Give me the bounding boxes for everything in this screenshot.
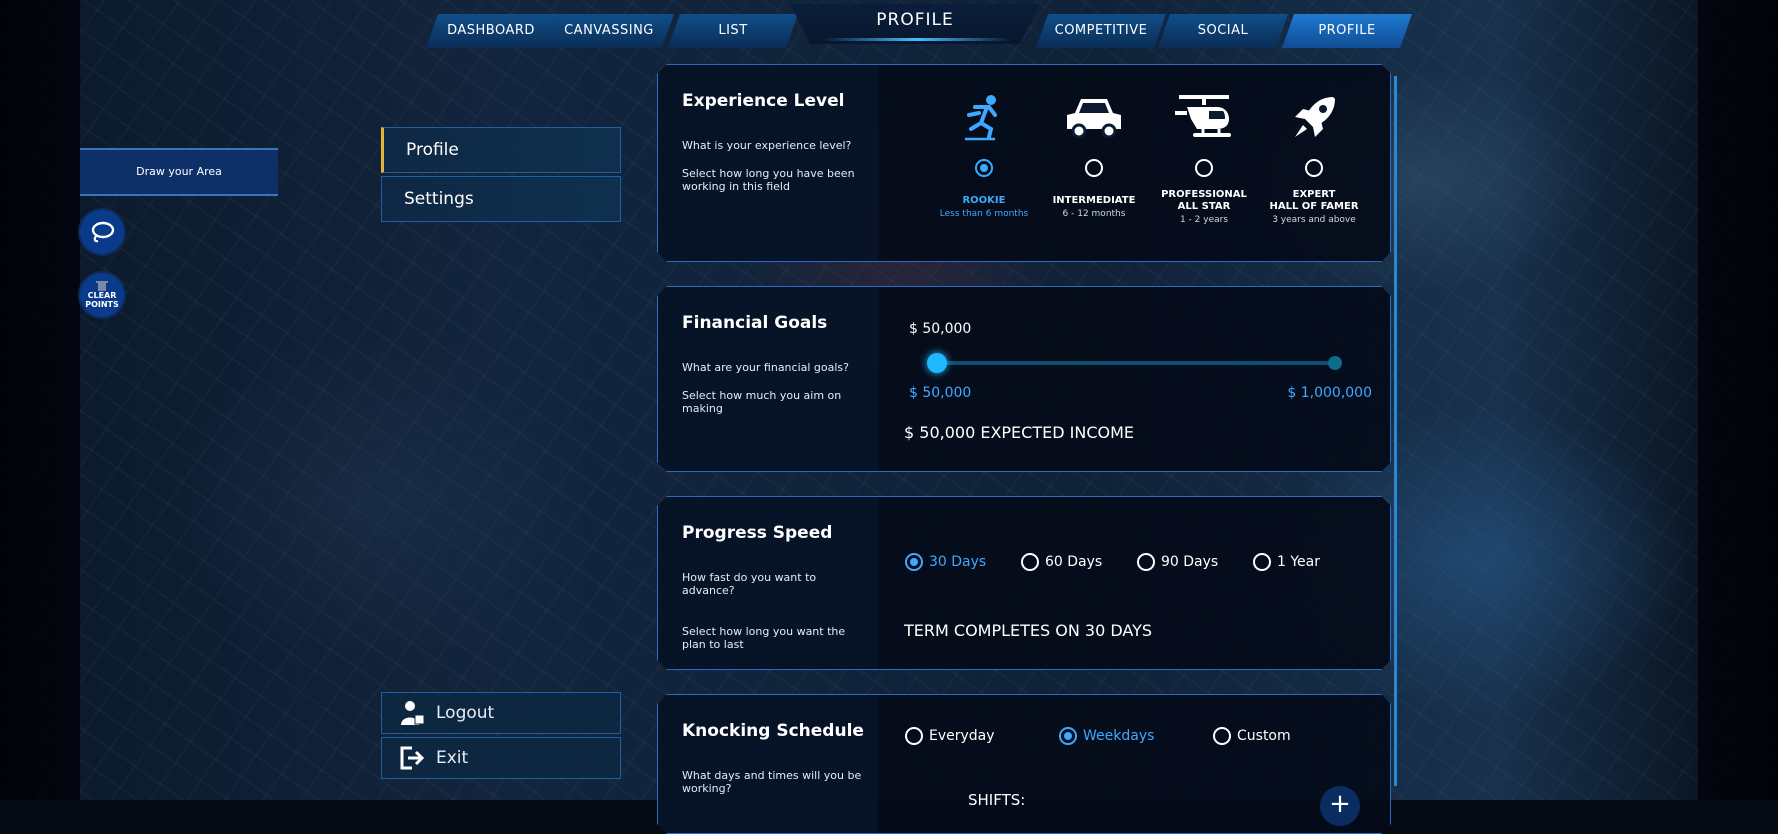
financial-current-value: $ 50,000: [909, 321, 972, 337]
rookie-title: ROOKIE: [962, 195, 1006, 206]
exit-label: Exit: [436, 748, 469, 768]
radio-30-days[interactable]: [905, 553, 923, 571]
label-everyday: Everyday: [929, 728, 995, 744]
financial-hint: Select how much you aim on making: [682, 389, 842, 415]
option-90-days[interactable]: 90 Days: [1137, 553, 1218, 571]
expert-subtitle: 3 years and above: [1272, 215, 1356, 225]
tab-competitive[interactable]: COMPETITIVE: [1036, 14, 1166, 48]
tab-list[interactable]: LIST: [668, 14, 798, 48]
knocking-schedule-panel: Knocking Schedule What days and times wi…: [657, 694, 1391, 834]
car-icon: [1063, 93, 1125, 143]
rocket-icon: [1289, 93, 1339, 143]
radio-everyday[interactable]: [905, 727, 923, 745]
term-completion-text: TERM COMPLETES ON 30 DAYS: [904, 621, 1153, 640]
progress-title: Progress Speed: [682, 523, 833, 543]
professional-subtitle: 1 - 2 years: [1179, 215, 1229, 225]
financial-question: What are your financial goals?: [682, 361, 850, 374]
clear-points-label-2: POINTS: [85, 300, 119, 309]
menu-item-profile[interactable]: Profile: [381, 127, 621, 173]
radio-custom[interactable]: [1213, 727, 1231, 745]
tab-dashboard[interactable]: DASHBOARD: [426, 14, 556, 48]
clear-points-label-1: CLEAR: [87, 291, 117, 300]
option-weekdays[interactable]: Weekdays: [1059, 727, 1154, 745]
helicopter-icon: [1173, 93, 1235, 143]
intermediate-subtitle: 6 - 12 months: [1062, 209, 1126, 219]
intermediate-radio[interactable]: [1085, 159, 1103, 177]
option-1-year[interactable]: 1 Year: [1253, 553, 1320, 571]
professional-radio[interactable]: [1195, 159, 1213, 177]
logout-label: Logout: [436, 703, 495, 723]
option-custom[interactable]: Custom: [1213, 727, 1291, 745]
user-logout-icon: [401, 701, 425, 725]
slider-min-label: $ 50,000: [909, 385, 972, 401]
financial-title: Financial Goals: [682, 313, 828, 333]
exit-button[interactable]: Exit: [381, 737, 621, 779]
professional-title-1: PROFESSIONAL: [1161, 189, 1247, 200]
radio-weekdays[interactable]: [1059, 727, 1077, 745]
expert-radio[interactable]: [1305, 159, 1323, 177]
trash-icon: [96, 281, 108, 291]
left-edge-shade: [0, 0, 80, 800]
exit-icon: [400, 746, 425, 770]
professional-title-2: ALL STAR: [1177, 201, 1231, 212]
progress-hint: Select how long you want the plan to las…: [682, 625, 846, 651]
title-glow-line: [822, 38, 1012, 41]
experience-level-panel: Experience Level What is your experience…: [657, 64, 1391, 262]
radio-60-days[interactable]: [1021, 553, 1039, 571]
rookie-subtitle: Less than 6 months: [939, 209, 1029, 219]
income-slider-max-marker: [1328, 356, 1342, 370]
option-60-days[interactable]: 60 Days: [1021, 553, 1102, 571]
slider-max-label: $ 1,000,000: [1287, 385, 1372, 401]
logout-button[interactable]: Logout: [381, 692, 621, 734]
tab-canvassing[interactable]: CANVASSING: [544, 14, 674, 48]
option-everyday[interactable]: Everyday: [905, 727, 995, 745]
label-custom: Custom: [1237, 728, 1291, 744]
level-rookie[interactable]: ROOKIE Less than 6 months: [929, 93, 1039, 219]
knocking-title: Knocking Schedule: [682, 721, 864, 741]
financial-goals-panel: Financial Goals What are your financial …: [657, 286, 1391, 472]
menu-item-settings[interactable]: Settings: [381, 176, 621, 222]
income-slider-thumb[interactable]: [927, 353, 947, 373]
expert-title-2: HALL OF FAMER: [1269, 201, 1359, 212]
draw-area-button[interactable]: Draw your Area: [80, 148, 278, 196]
expected-income-text: $ 50,000 EXPECTED INCOME: [904, 423, 1134, 442]
progress-speed-panel: Progress Speed How fast do you want to a…: [657, 496, 1391, 670]
label-60-days: 60 Days: [1045, 554, 1103, 570]
lasso-icon: [91, 221, 115, 243]
income-slider-track[interactable]: [937, 361, 1337, 365]
label-1-year: 1 Year: [1277, 554, 1320, 570]
skater-icon: [959, 93, 1009, 143]
panel-scrollbar[interactable]: [1394, 76, 1397, 786]
progress-question: How fast do you want to advance?: [682, 571, 817, 597]
tab-social[interactable]: SOCIAL: [1158, 14, 1288, 48]
shifts-label: SHIFTS:: [968, 791, 1026, 809]
label-30-days: 30 Days: [929, 554, 987, 570]
label-90-days: 90 Days: [1161, 554, 1219, 570]
expert-title-1: EXPERT: [1292, 189, 1336, 200]
level-intermediate[interactable]: INTERMEDIATE 6 - 12 months: [1039, 93, 1149, 219]
experience-title: Experience Level: [682, 91, 845, 111]
rookie-radio[interactable]: [975, 159, 993, 177]
add-shift-button[interactable]: +: [1320, 786, 1360, 826]
intermediate-title: INTERMEDIATE: [1052, 195, 1136, 206]
clear-points-button[interactable]: CLEAR POINTS: [80, 273, 124, 317]
radio-1-year[interactable]: [1253, 553, 1271, 571]
experience-hint: Select how long you have been working in…: [682, 167, 855, 193]
lasso-button[interactable]: [80, 210, 124, 254]
tab-profile[interactable]: PROFILE: [1282, 14, 1412, 48]
right-edge-shade: [1698, 0, 1778, 800]
level-professional[interactable]: PROFESSIONAL ALL STAR 1 - 2 years: [1149, 93, 1259, 225]
option-30-days[interactable]: 30 Days: [905, 553, 986, 571]
radio-90-days[interactable]: [1137, 553, 1155, 571]
knocking-question: What days and times will you be working?: [682, 769, 862, 795]
experience-question: What is your experience level?: [682, 139, 852, 152]
level-expert[interactable]: EXPERT HALL OF FAMER 3 years and above: [1259, 93, 1369, 225]
label-weekdays: Weekdays: [1083, 728, 1155, 744]
